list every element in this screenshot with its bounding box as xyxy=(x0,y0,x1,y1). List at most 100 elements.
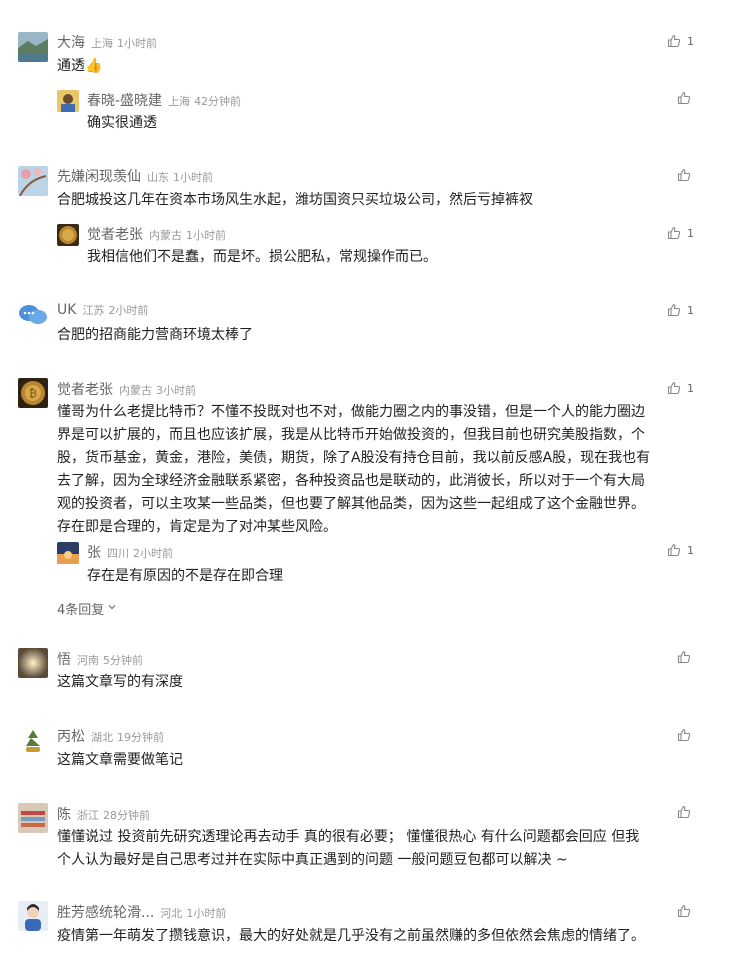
thumbs-up-icon xyxy=(677,904,691,918)
svg-text:₿: ₿ xyxy=(29,387,37,400)
like-button[interactable]: 1 xyxy=(667,380,694,396)
thumbs-up-icon xyxy=(667,381,681,395)
comment-text: 这篇文章需要做笔记 xyxy=(57,752,183,768)
user-name[interactable]: 大海 xyxy=(57,32,85,52)
comment-header: 大海 上海 1小时前 xyxy=(57,32,157,52)
thumbs-up-icon xyxy=(677,728,691,742)
text-line: 股，货币基金，黄金，港险，美债，期货，除了A股没有持仓目前，我以前反感A股，现在… xyxy=(57,450,651,466)
reply-text: 存在是有原因的不是存在即合理 xyxy=(87,568,283,584)
like-count: 1 xyxy=(687,34,694,48)
thumbs-up-icon xyxy=(677,91,691,105)
thumbs-up-icon xyxy=(667,543,681,557)
avatar[interactable] xyxy=(18,901,48,931)
reply-header: 春晓-盛晓建 上海 42分钟前 xyxy=(87,90,241,110)
timestamp: 1小时前 xyxy=(117,37,157,50)
thumbs-up-icon xyxy=(677,650,691,664)
user-name[interactable]: 悟 xyxy=(57,649,71,669)
comment-header: 悟 河南 5分钟前 xyxy=(57,649,143,669)
timestamp: 42分钟前 xyxy=(194,95,242,108)
location: 江苏 xyxy=(82,304,105,317)
comment-header: 胜芳感统轮滑... 河北 1小时前 xyxy=(57,902,226,922)
like-button[interactable] xyxy=(677,649,691,665)
comment-text: 合肥城投这几年在资本市场风生水起，潍坊国资只买垃圾公司，然后亏掉裤衩 xyxy=(57,192,533,208)
user-name[interactable]: UK xyxy=(57,302,76,318)
user-name[interactable]: 觉者老张 xyxy=(87,224,143,244)
comment-header: 觉者老张 内蒙古 3小时前 xyxy=(57,379,196,399)
reply-text: 确实很通透 xyxy=(87,115,157,131)
text-line: 懂懂说过 投资前先研究透理论再去动手 真的很有必要； 懂懂很热心 有什么问题都会… xyxy=(57,829,640,845)
more-replies-link[interactable]: 4条回复 xyxy=(57,599,117,618)
timestamp: 28分钟前 xyxy=(103,809,150,822)
comment-text: 这篇文章写的有深度 xyxy=(57,674,183,690)
comment-header: 先嫌闲现羡仙 山东 1小时前 xyxy=(57,166,213,186)
user-name[interactable]: 觉者老张 xyxy=(57,379,113,399)
like-button[interactable] xyxy=(677,903,691,919)
like-count: 1 xyxy=(687,226,694,240)
thumbs-up-icon xyxy=(667,34,681,48)
avatar[interactable] xyxy=(18,726,48,756)
like-count: 1 xyxy=(687,543,694,557)
like-button[interactable] xyxy=(677,804,691,820)
location: 湖北 xyxy=(91,731,113,744)
like-button[interactable] xyxy=(677,167,691,183)
reply-text: 我相信他们不是蠢，而是坏。损公肥私，常规操作而已。 xyxy=(87,249,437,265)
comment-header: UK 江苏 2小时前 xyxy=(57,302,148,318)
like-count: 1 xyxy=(687,381,694,395)
location: 上海 xyxy=(168,95,191,108)
avatar[interactable] xyxy=(57,224,79,246)
comment-text: 通透👍 xyxy=(57,58,103,74)
like-button[interactable]: 1 xyxy=(667,302,694,318)
thumbs-up-icon xyxy=(677,168,691,182)
more-replies-label: 4条回复 xyxy=(57,603,105,618)
comment-header: 丙松 湖北 19分钟前 xyxy=(57,726,164,746)
avatar[interactable] xyxy=(18,166,48,196)
text-line: 个人认为最好是自己思考过并在实际中真正遇到的问题 一般问题豆包都可以解决 ~ xyxy=(57,852,568,868)
avatar[interactable] xyxy=(18,32,48,62)
user-name[interactable]: 春晓-盛晓建 xyxy=(87,90,162,110)
like-count: 1 xyxy=(687,303,694,317)
location: 河南 xyxy=(77,654,99,667)
location: 内蒙古 xyxy=(149,229,182,242)
timestamp: 2小时前 xyxy=(108,304,149,317)
comment-text: 合肥的招商能力营商环境太棒了 xyxy=(57,327,253,343)
avatar[interactable] xyxy=(18,300,48,330)
text-line: 懂哥为什么老提比特币？不懂不投既对也不对，做能力圈之内的事没错，但是一个人的能力… xyxy=(57,404,645,420)
timestamp: 1小时前 xyxy=(186,229,226,242)
comment-header: 陈 浙江 28分钟前 xyxy=(57,804,150,824)
text-line: 观的投资者，可以主攻某一些品类，但也要了解其他品类，因为这些一起组成了这个金融世… xyxy=(57,496,645,512)
comment-text: 懂哥为什么老提比特币？不懂不投既对也不对，做能力圈之内的事没错，但是一个人的能力… xyxy=(57,401,697,539)
avatar[interactable] xyxy=(18,803,48,833)
avatar[interactable]: ₿ xyxy=(18,378,48,408)
thumbs-up-icon xyxy=(667,226,681,240)
user-name[interactable]: 先嫌闲现羡仙 xyxy=(57,166,141,186)
avatar[interactable] xyxy=(57,542,79,564)
like-button[interactable]: 1 xyxy=(667,542,694,558)
timestamp: 3小时前 xyxy=(156,384,196,397)
user-name[interactable]: 胜芳感统轮滑... xyxy=(57,902,154,922)
reply-header: 觉者老张 内蒙古 1小时前 xyxy=(87,224,226,244)
location: 河北 xyxy=(160,907,183,920)
text-line: 去了解，因为全球经济金融联系紧密，各种投资品也是联动的，此消彼长，所以对于一个有… xyxy=(57,473,645,489)
text-line: 界是可以扩展的，而且也应该扩展，我是从比特币开始做投资的，但我目前也研究美股指数… xyxy=(57,427,645,443)
user-name[interactable]: 陈 xyxy=(57,804,71,824)
user-name[interactable]: 张 xyxy=(87,542,101,562)
user-name[interactable]: 丙松 xyxy=(57,726,85,746)
comment-text: 懂懂说过 投资前先研究透理论再去动手 真的很有必要； 懂懂很热心 有什么问题都会… xyxy=(57,826,697,872)
location: 浙江 xyxy=(77,809,99,822)
like-button[interactable] xyxy=(677,90,691,106)
like-button[interactable]: 1 xyxy=(667,33,694,49)
timestamp: 19分钟前 xyxy=(117,731,164,744)
timestamp: 1小时前 xyxy=(186,907,227,920)
like-button[interactable]: 1 xyxy=(667,225,694,241)
location: 上海 xyxy=(91,37,113,50)
location: 山东 xyxy=(147,171,169,184)
text-line: 存在即是合理的，肯定是为了对冲某些风险。 xyxy=(57,519,337,535)
reply-header: 张 四川 2小时前 xyxy=(87,542,173,562)
avatar[interactable] xyxy=(18,648,48,678)
timestamp: 5分钟前 xyxy=(103,654,143,667)
like-button[interactable] xyxy=(677,727,691,743)
thumbs-up-icon xyxy=(667,303,681,317)
location: 内蒙古 xyxy=(119,384,152,397)
timestamp: 1小时前 xyxy=(173,171,213,184)
avatar[interactable] xyxy=(57,90,79,112)
